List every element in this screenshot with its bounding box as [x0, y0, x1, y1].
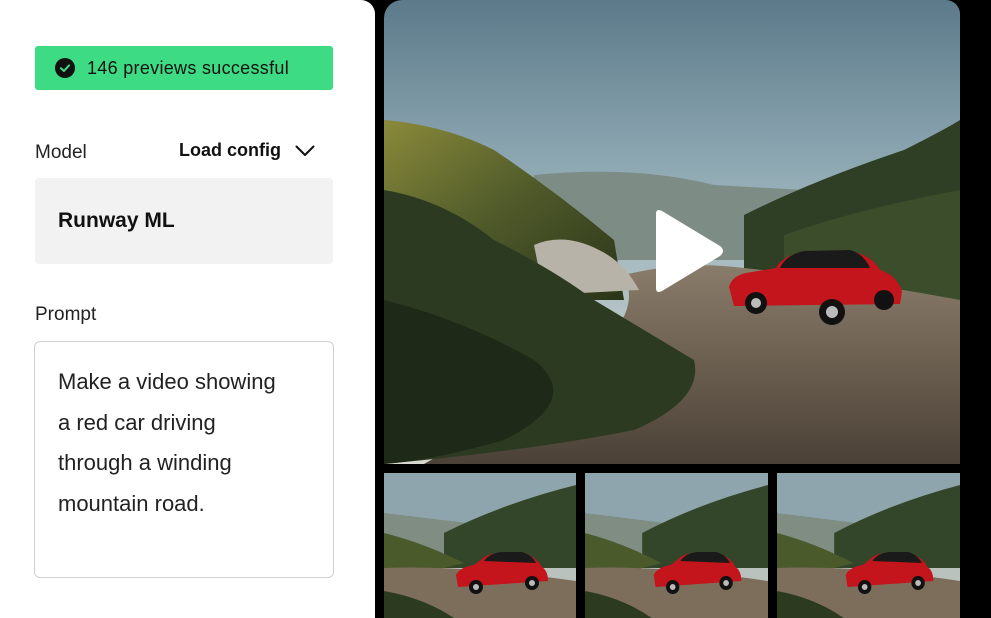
- prompt-textarea[interactable]: Make a video showing a red car driving t…: [34, 341, 334, 578]
- chevron-down-icon: [295, 143, 317, 159]
- prompt-line: through a winding: [58, 450, 232, 475]
- prompt-line: mountain road.: [58, 490, 205, 516]
- video-thumbnail[interactable]: [777, 473, 960, 618]
- model-value: Runway ML: [58, 209, 175, 232]
- play-icon[interactable]: [650, 208, 726, 294]
- load-config-label: Load config: [179, 140, 281, 160]
- video-thumbnail[interactable]: [585, 473, 768, 618]
- check-circle-icon: [55, 58, 75, 78]
- prompt-label: Prompt: [35, 304, 97, 325]
- model-select[interactable]: Runway ML: [35, 178, 333, 264]
- prompt-line: a red car driving: [58, 409, 216, 435]
- prompt-line: Make a video showing: [58, 369, 276, 394]
- model-label: Model: [35, 142, 87, 163]
- success-toast: 146 previews successful: [35, 46, 333, 90]
- settings-panel: 146 previews successful Model Load confi…: [0, 0, 375, 618]
- load-config-dropdown[interactable]: Load config: [179, 140, 317, 161]
- toast-text: 146 previews successful: [87, 57, 289, 78]
- video-thumbnail[interactable]: [384, 473, 576, 618]
